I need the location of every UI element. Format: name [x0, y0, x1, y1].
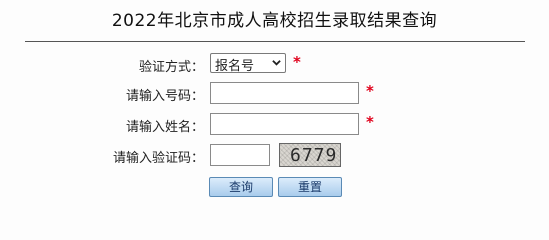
method-select[interactable]: 报名号: [210, 53, 286, 74]
name-label: 请输入姓名：: [125, 120, 204, 135]
method-row: 验证方式： 报名号 *: [0, 53, 549, 77]
captcha-code: 6779: [290, 145, 338, 166]
name-row: 请输入姓名： *: [0, 113, 549, 137]
required-mark: *: [366, 82, 374, 100]
captcha-input[interactable]: [210, 144, 270, 166]
number-label: 请输入号码：: [125, 89, 204, 104]
chevron-down-icon: [272, 60, 281, 66]
captcha-label: 请输入验证码：: [112, 151, 204, 166]
page-title: 2022年北京市成人高校招生录取结果查询: [111, 11, 438, 31]
captcha-row: 请输入验证码： 6779: [0, 143, 549, 168]
query-button[interactable]: 查询: [209, 177, 273, 197]
method-label: 验证方式：: [138, 60, 204, 75]
required-mark: *: [366, 113, 374, 131]
required-mark: *: [293, 53, 301, 71]
title-divider: [25, 41, 525, 42]
reset-button[interactable]: 重置: [278, 177, 342, 197]
method-select-value: 报名号: [215, 59, 255, 74]
number-row: 请输入号码： *: [0, 82, 549, 106]
query-panel: 2022年北京市成人高校招生录取结果查询 验证方式： 报名号 * 请输入号码： …: [0, 0, 549, 204]
name-input[interactable]: [210, 113, 359, 135]
captcha-image[interactable]: 6779: [279, 143, 341, 167]
number-input[interactable]: [210, 82, 359, 104]
